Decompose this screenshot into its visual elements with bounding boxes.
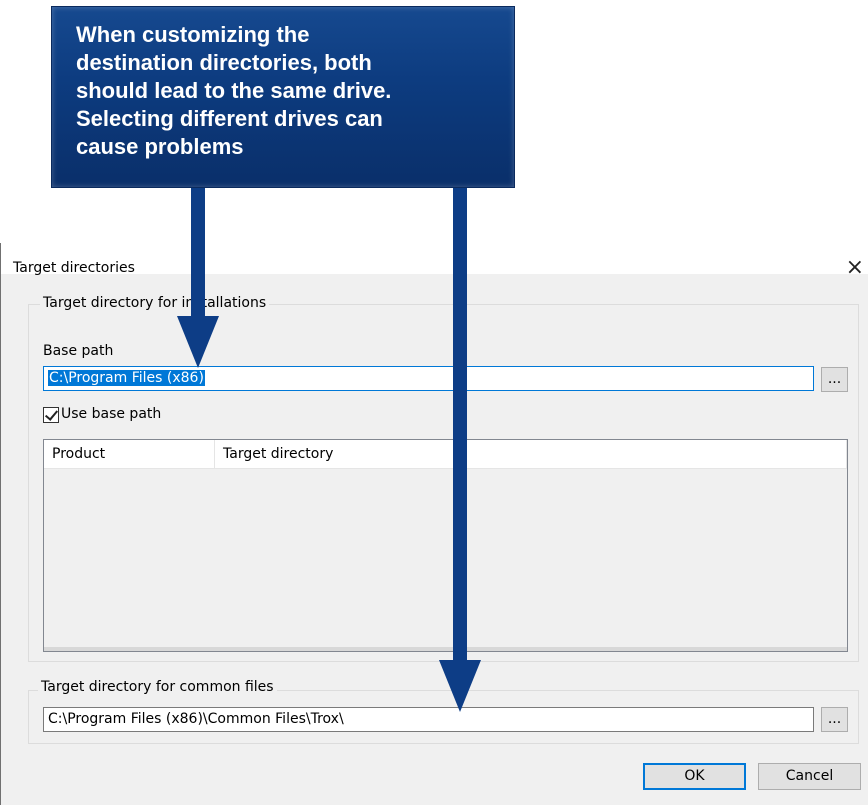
common-files-browse-button[interactable]: ... [821,707,848,732]
target-directories-dialog: Target directories × Target directory fo… [0,243,868,805]
ok-button[interactable]: OK [643,763,746,790]
arrow-down-icon [439,660,481,712]
callout-line: Selecting different drives can [76,106,383,131]
column-header-product[interactable]: Product [44,440,215,468]
callout-text: When customizing the destination directo… [76,21,506,161]
arrow-shaft-left [191,188,205,317]
installations-group-legend: Target directory for installations [40,295,270,311]
callout-line: cause problems [76,134,244,159]
horizontal-scrollbar[interactable] [44,647,847,651]
common-files-path-input[interactable]: C:\Program Files (x86)\Common Files\Trox… [43,707,814,732]
base-path-value: C:\Program Files (x86) [48,370,205,386]
product-table[interactable]: Product Target directory [43,439,848,652]
base-path-label: Base path [43,343,114,359]
arrow-shaft-right [453,188,467,661]
table-header: Product Target directory [44,440,847,469]
close-icon[interactable]: × [846,255,864,280]
title-bar: Target directories × [1,243,868,280]
dialog-title: Target directories [13,260,135,276]
annotation-callout: When customizing the destination directo… [51,6,515,188]
arrow-down-icon [177,316,219,368]
callout-line: destination directories, both [76,50,372,75]
callout-line: When customizing the [76,22,310,47]
checkmark-icon [44,407,59,421]
common-files-group-legend: Target directory for common files [38,679,277,695]
base-path-browse-button[interactable]: ... [821,367,848,392]
column-header-target-directory[interactable]: Target directory [215,440,847,468]
use-base-path-label[interactable]: Use base path [61,406,161,422]
cancel-button[interactable]: Cancel [758,763,861,790]
callout-line: should lead to the same drive. [76,78,392,103]
base-path-input[interactable]: C:\Program Files (x86) [43,366,814,391]
use-base-path-checkbox[interactable] [43,407,59,423]
common-files-path-value: C:\Program Files (x86)\Common Files\Trox… [48,711,344,727]
